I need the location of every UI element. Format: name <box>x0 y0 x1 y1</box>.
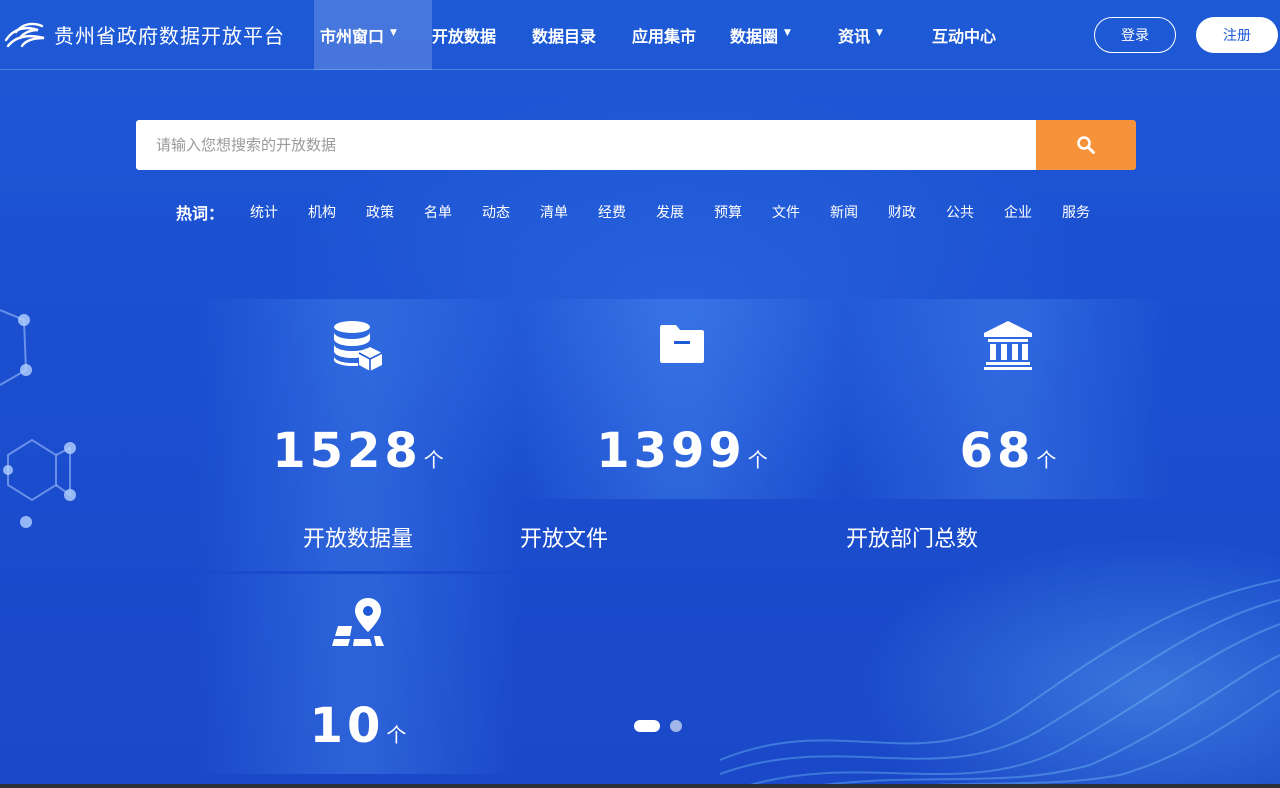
hot-word[interactable]: 清单 <box>540 202 598 222</box>
carousel-dot[interactable] <box>670 720 682 732</box>
stat-value-wrap: 1399 个 <box>520 423 844 479</box>
carousel-dots <box>634 720 682 732</box>
stat-label: 开放文件 <box>520 527 609 552</box>
stat-unit: 个 <box>423 448 444 472</box>
stat-card-files[interactable]: 1399 个 <box>520 299 844 499</box>
nav-label: 市州窗口 <box>320 27 385 46</box>
stat-icon-wrap <box>520 319 844 367</box>
hot-words: 热词： 统计 机构 政策 名单 动态 清单 经费 发展 预算 文件 新闻 财政 … <box>176 201 1120 223</box>
database-icon <box>334 321 383 371</box>
main-nav: 市州窗口 ▼ 开放数据 数据目录 应用集市 数据圈 ▼ 资讯 ▼ 互动中心 <box>314 0 1012 70</box>
nav-label: 互动中心 <box>932 27 997 46</box>
header: 贵州省政府数据开放平台 市州窗口 ▼ 开放数据 数据目录 应用集市 数据圈 ▼ … <box>0 0 1280 70</box>
nav-label: 开放数据 <box>432 27 497 46</box>
carousel-dot-active[interactable] <box>634 720 660 732</box>
nav-app-market[interactable]: 应用集市 <box>632 0 730 70</box>
stat-unit: 个 <box>386 723 407 747</box>
nav-label: 资讯 <box>838 27 871 46</box>
nav-label: 数据目录 <box>532 27 597 46</box>
wave-decoration <box>720 579 1280 788</box>
site-logo[interactable]: 贵州省政府数据开放平台 <box>4 18 285 50</box>
stat-card-departments[interactable]: 68 个 <box>846 299 1170 499</box>
search-input[interactable] <box>136 120 1036 170</box>
chevron-down-icon: ▼ <box>784 28 791 38</box>
search-icon <box>1077 136 1095 154</box>
hot-word[interactable]: 名单 <box>424 202 482 222</box>
stat-label: 开放数据量 <box>302 527 413 552</box>
stat-icon-wrap <box>196 596 520 648</box>
login-button[interactable]: 登录 <box>1094 17 1176 53</box>
stat-unit: 个 <box>1036 448 1057 472</box>
stat-unit: 个 <box>747 448 768 472</box>
chevron-down-icon: ▼ <box>390 28 397 38</box>
search-bar <box>136 120 1136 170</box>
folder-icon <box>660 325 704 363</box>
hot-word[interactable]: 政策 <box>366 202 424 222</box>
stat-card-data-count[interactable]: 1528 个 开放数据量 <box>196 299 520 571</box>
stat-value: 1528 <box>272 423 422 479</box>
hot-word[interactable]: 财政 <box>888 202 946 222</box>
nav-label: 数据圈 <box>730 27 779 46</box>
map-pin-icon <box>332 598 384 646</box>
hot-word[interactable]: 机构 <box>308 202 366 222</box>
hot-word[interactable]: 服务 <box>1062 202 1120 222</box>
hot-words-label: 热词： <box>176 204 225 223</box>
site-title: 贵州省政府数据开放平台 <box>54 23 285 48</box>
nav-interaction-center[interactable]: 互动中心 <box>932 0 1012 70</box>
stat-value-wrap: 10 个 <box>196 698 520 754</box>
hot-word[interactable]: 经费 <box>598 202 656 222</box>
hot-word[interactable]: 文件 <box>772 202 830 222</box>
bottom-strip <box>0 784 1280 788</box>
hot-word[interactable]: 统计 <box>250 202 308 222</box>
stat-value: 1399 <box>596 423 746 479</box>
nav-city-window[interactable]: 市州窗口 ▼ <box>314 0 432 70</box>
hot-word[interactable]: 预算 <box>714 202 772 222</box>
institution-icon <box>984 321 1032 370</box>
stat-value-wrap: 1528 个 <box>196 423 520 479</box>
nav-news[interactable]: 资讯 ▼ <box>838 0 932 70</box>
hot-word[interactable]: 动态 <box>482 202 540 222</box>
stat-value-wrap: 68 个 <box>846 423 1170 479</box>
stat-value: 10 <box>309 698 385 754</box>
stat-card-regions[interactable]: 10 个 <box>196 574 520 774</box>
hot-word[interactable]: 新闻 <box>830 202 888 222</box>
stat-value: 68 <box>959 423 1035 479</box>
search-button[interactable] <box>1036 120 1136 170</box>
nav-data-catalog[interactable]: 数据目录 <box>532 0 632 70</box>
register-button[interactable]: 注册 <box>1196 17 1278 53</box>
hot-word[interactable]: 企业 <box>1004 202 1062 222</box>
stat-icon-wrap <box>846 319 1170 371</box>
stat-icon-wrap <box>196 319 520 371</box>
hot-word[interactable]: 公共 <box>946 202 1004 222</box>
chevron-down-icon: ▼ <box>876 28 883 38</box>
hot-word[interactable]: 发展 <box>656 202 714 222</box>
logo-wave-icon <box>4 22 45 48</box>
nav-open-data[interactable]: 开放数据 <box>432 0 532 70</box>
nav-data-circle[interactable]: 数据圈 ▼ <box>730 0 838 70</box>
hexagon-decoration <box>0 309 76 528</box>
nav-label: 应用集市 <box>632 27 697 46</box>
stat-label: 开放部门总数 <box>846 527 979 552</box>
